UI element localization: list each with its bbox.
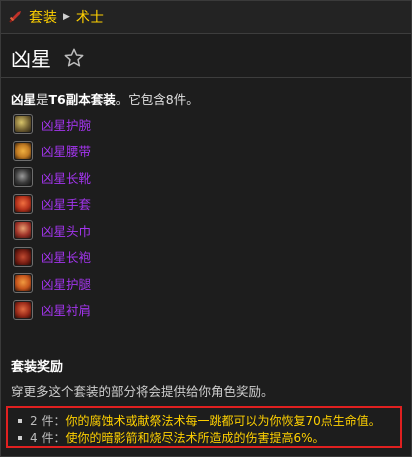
list-item: 凶星头巾	[13, 217, 393, 244]
set-tier: T6副本套装	[48, 92, 116, 107]
set-bonus-item: 4 件： 使你的暗影箭和烧尽法术所造成的伤害提高6%。	[18, 429, 400, 446]
set-bonus-subtitle: 穿更多这个套装的部分将会提供给你角色奖励。	[11, 384, 274, 399]
hood-icon[interactable]	[13, 220, 33, 241]
tooltip-panel: 套装 ▶ 术士 凶星 凶星是T6副本套装。它包含8件。 凶星护腕 凶星腰带 凶星…	[0, 0, 412, 457]
star-outline-icon[interactable]	[63, 47, 85, 69]
belt-icon[interactable]	[13, 140, 33, 161]
bonus-effect: 你的腐蚀术或献祭法术每一跳都可以为你恢复70点生命值。	[65, 414, 381, 428]
set-bonus-heading: 套装奖励	[11, 360, 64, 375]
breadcrumb-item-warlock[interactable]: 术士	[76, 7, 104, 27]
item-link[interactable]: 凶星长靴	[41, 168, 91, 187]
list-item: 凶星长靴	[13, 164, 393, 191]
item-link[interactable]: 凶星护腕	[41, 115, 91, 134]
item-link[interactable]: 凶星手套	[41, 194, 91, 213]
item-link[interactable]: 凶星护腿	[41, 274, 91, 293]
list-item: 凶星护腕	[13, 111, 393, 138]
title-divider	[1, 77, 411, 78]
breadcrumb-separator-icon: ▶	[63, 12, 70, 22]
set-bonus-item: 2 件： 你的腐蚀术或献祭法术每一跳都可以为你恢复70点生命值。	[18, 412, 400, 429]
page-title: 凶星	[11, 47, 51, 71]
set-description: 凶星是T6副本套装。它包含8件。	[11, 89, 199, 108]
list-item: 凶星护腿	[13, 270, 393, 297]
set-bonus-list: 2 件： 你的腐蚀术或献祭法术每一跳都可以为你恢复70点生命值。 4 件： 使你…	[6, 406, 402, 448]
item-link[interactable]: 凶星腰带	[41, 141, 91, 160]
list-item: 凶星衬肩	[13, 297, 393, 324]
list-item: 凶星腰带	[13, 138, 393, 165]
bracers-icon[interactable]	[13, 114, 33, 135]
item-link[interactable]: 凶星衬肩	[41, 300, 91, 319]
bonus-piece-count: 4 件：	[30, 431, 66, 445]
desc-connector: 是	[36, 92, 49, 107]
breadcrumb: 套装 ▶ 术士	[1, 1, 411, 34]
desc-tail: 。它包含8件。	[115, 92, 199, 107]
dagger-icon	[7, 9, 23, 25]
bonus-piece-count: 2 件：	[30, 414, 66, 428]
boots-icon[interactable]	[13, 167, 33, 188]
gloves-icon[interactable]	[13, 193, 33, 214]
robe-icon[interactable]	[13, 246, 33, 267]
list-item: 凶星长袍	[13, 244, 393, 271]
leggings-icon[interactable]	[13, 273, 33, 294]
bullet-icon	[18, 435, 22, 440]
bonus-effect: 使你的暗影箭和烧尽法术所造成的伤害提高6%。	[65, 431, 325, 445]
breadcrumb-item-sets[interactable]: 套装	[29, 7, 57, 27]
shoulders-icon[interactable]	[13, 299, 33, 320]
item-link[interactable]: 凶星头巾	[41, 221, 91, 240]
set-name: 凶星	[11, 92, 37, 107]
item-link[interactable]: 凶星长袍	[41, 247, 91, 266]
bullet-icon	[18, 418, 22, 423]
item-list: 凶星护腕 凶星腰带 凶星长靴 凶星手套 凶星头巾 凶星长袍 凶星护腿 凶星衬肩	[13, 111, 393, 323]
list-item: 凶星手套	[13, 191, 393, 218]
